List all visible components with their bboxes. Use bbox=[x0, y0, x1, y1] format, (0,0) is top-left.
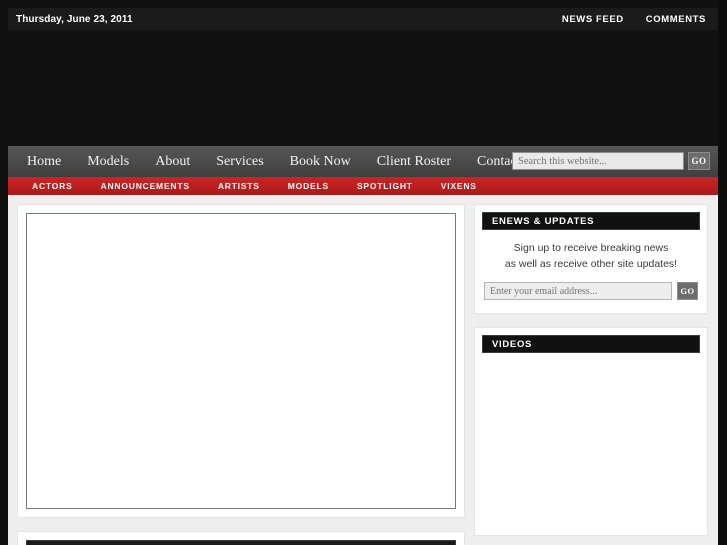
search-input[interactable] bbox=[512, 152, 684, 170]
enews-signup-line-1: Sign up to receive breaking news bbox=[513, 242, 669, 254]
subnav-link-vixens[interactable]: VIXENS bbox=[427, 181, 491, 191]
nav-item-services[interactable]: Services bbox=[203, 146, 276, 177]
widget-enews-body: Sign up to receive breaking news as well… bbox=[482, 230, 700, 306]
subnav-link-artists[interactable]: ARTISTS bbox=[204, 181, 274, 191]
main-nav-list: Home Models About Services Book Now Clie… bbox=[14, 146, 553, 177]
nav-item-home[interactable]: Home bbox=[14, 146, 74, 177]
category-subnav: ACTORS ANNOUNCEMENTS ARTISTS MODELS SPOT… bbox=[8, 177, 718, 195]
nav-item-client-roster[interactable]: Client Roster bbox=[364, 146, 464, 177]
secondary-panel-header bbox=[26, 540, 456, 545]
widget-videos-title: VIDEOS bbox=[482, 335, 700, 353]
subnav-link-announcements[interactable]: ANNOUNCEMENTS bbox=[87, 181, 204, 191]
subnav-link-spotlight[interactable]: SPOTLIGHT bbox=[343, 181, 427, 191]
nav-link-models[interactable]: Models bbox=[74, 146, 142, 177]
nav-link-client-roster[interactable]: Client Roster bbox=[364, 146, 464, 177]
site-search: GO bbox=[512, 152, 710, 170]
search-submit-button[interactable]: GO bbox=[688, 152, 710, 170]
top-link-comments[interactable]: COMMENTS bbox=[646, 14, 706, 25]
top-utility-bar: Thursday, June 23, 2011 NEWS FEED COMMEN… bbox=[8, 8, 718, 30]
widget-videos-body bbox=[482, 353, 700, 528]
enews-form: GO bbox=[484, 282, 698, 300]
subnav-link-actors[interactable]: ACTORS bbox=[18, 181, 87, 191]
content-area: ENEWS & UPDATES Sign up to receive break… bbox=[8, 195, 718, 545]
subnav-link-models[interactable]: MODELS bbox=[274, 181, 343, 191]
widget-enews-title: ENEWS & UPDATES bbox=[482, 212, 700, 230]
right-rail bbox=[718, 0, 727, 545]
current-date: Thursday, June 23, 2011 bbox=[16, 13, 133, 25]
main-column bbox=[8, 195, 474, 545]
site-banner bbox=[8, 30, 718, 143]
nav-link-book-now[interactable]: Book Now bbox=[277, 146, 364, 177]
nav-item-models[interactable]: Models bbox=[74, 146, 142, 177]
page-root: Thursday, June 23, 2011 NEWS FEED COMMEN… bbox=[0, 0, 727, 545]
main-navigation: Home Models About Services Book Now Clie… bbox=[8, 146, 718, 177]
sidebar: ENEWS & UPDATES Sign up to receive break… bbox=[474, 195, 718, 545]
featured-panel bbox=[17, 204, 465, 518]
secondary-panel bbox=[17, 531, 465, 545]
nav-link-services[interactable]: Services bbox=[203, 146, 276, 177]
enews-signup-line-2: as well as receive other site updates! bbox=[504, 258, 678, 270]
nav-item-about[interactable]: About bbox=[142, 146, 203, 177]
email-submit-button[interactable]: GO bbox=[677, 282, 698, 300]
widget-enews-updates: ENEWS & UPDATES Sign up to receive break… bbox=[474, 204, 708, 314]
top-utility-links: NEWS FEED COMMENTS bbox=[562, 14, 706, 25]
top-link-news-feed[interactable]: NEWS FEED bbox=[562, 14, 624, 25]
nav-link-about[interactable]: About bbox=[142, 146, 203, 177]
nav-link-home[interactable]: Home bbox=[14, 146, 74, 177]
email-input[interactable] bbox=[484, 282, 672, 300]
widget-videos: VIDEOS bbox=[474, 327, 708, 536]
nav-item-book-now[interactable]: Book Now bbox=[277, 146, 364, 177]
featured-panel-content bbox=[26, 213, 456, 509]
